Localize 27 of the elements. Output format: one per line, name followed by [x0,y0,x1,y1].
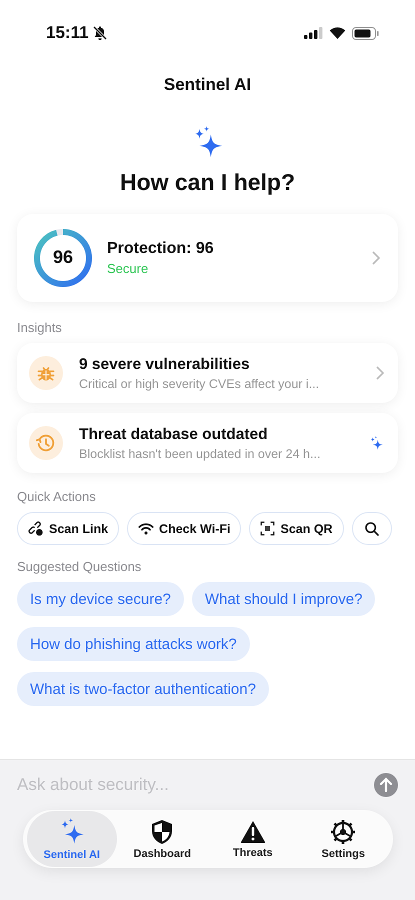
tab[interactable]: Settings [298,811,388,867]
tab[interactable]: Threats [208,811,298,867]
quick-action-chip[interactable]: Scan Link [17,512,120,545]
insight-title: 9 severe vulnerabilities [79,356,251,374]
clock-time: 15:11 [46,23,89,43]
protection-card[interactable]: 96 Protection: 96 Secure [17,214,398,302]
suggestion-chip[interactable]: What is two-factor authentication? [17,672,269,706]
insight-title: Threat database outdated [79,426,269,444]
status-label: Secure [107,261,150,276]
heading: How can I help? [120,169,296,196]
section-label: Suggested Questions [17,559,142,574]
section-label: Insights [17,320,63,335]
quick-action-chip[interactable]: Check Wi-Fi [127,512,242,545]
suggestion-chip[interactable]: How do phishing attacks work? [17,627,250,661]
insight-card[interactable]: 9 severe vulnerabilities Critical or high severity CVEs affect your i... [17,343,398,403]
section-label: Quick Actions [17,489,97,504]
protection-title: Protection: 96 [107,240,215,258]
insight-description: Blocklist hasn't been updated in over 24 h... [79,446,322,460]
insight-description: Critical or high severity CVEs affect your i... [79,376,320,390]
tab[interactable]: Dashboard [117,811,208,867]
quick-action-chip[interactable]: Scan QR [249,512,344,545]
score-value: 96 [52,247,74,268]
suggestion-chip[interactable]: Is my device secure? [17,582,184,616]
suggestion-chip[interactable]: What should I improve? [192,582,376,616]
tab[interactable]: Sentinel AI [26,811,117,867]
insight-card[interactable]: Threat database outdated Blocklist hasn't been updated in over 24 h... [17,413,398,473]
screen-title: Sentinel AI [162,75,252,95]
